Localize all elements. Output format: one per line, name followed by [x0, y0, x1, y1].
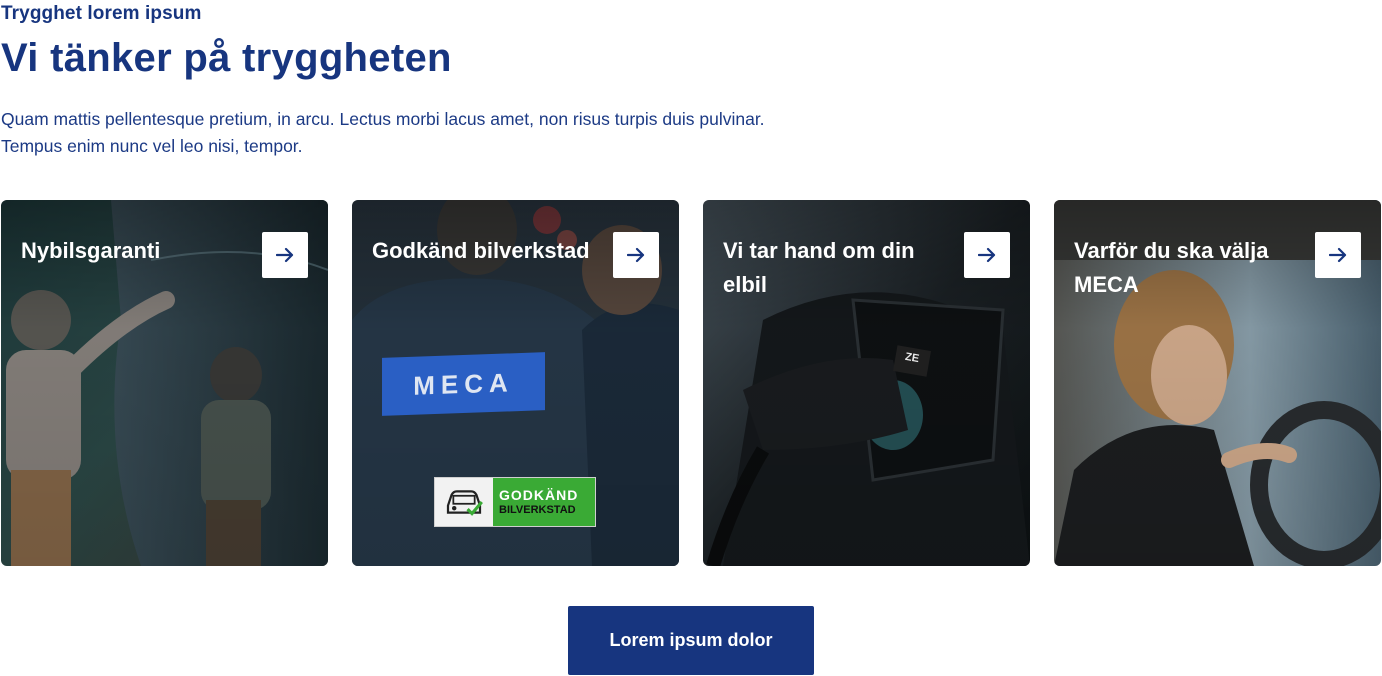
card-arrow-button[interactable] [262, 232, 308, 278]
card-title: Godkänd bilverkstad [372, 238, 590, 263]
card-title: Varför du ska välja MECA [1074, 238, 1269, 297]
arrow-right-icon [978, 247, 996, 263]
section-safety: Trygghet lorem ipsum Vi tänker på tryggh… [0, 0, 1382, 676]
card-nybilsgaranti[interactable]: Nybilsgaranti [1, 200, 328, 566]
card-valja-meca[interactable]: Varför du ska välja MECA [1054, 200, 1381, 566]
cta-button[interactable]: Lorem ipsum dolor [568, 606, 814, 675]
card-elbil[interactable]: ZE Vi tar hand om din elbil [703, 200, 1030, 566]
meca-logo-patch: MECA [382, 352, 545, 416]
card-arrow-button[interactable] [964, 232, 1010, 278]
badge-line-2: BILVERKSTAD [499, 504, 576, 516]
meca-logo-text: MECA [413, 366, 514, 401]
card-title: Vi tar hand om din elbil [723, 238, 915, 297]
plug-label: ZE [904, 350, 920, 366]
section-eyebrow: Trygghet lorem ipsum [1, 3, 202, 24]
card-title: Nybilsgaranti [21, 238, 161, 263]
arrow-right-icon [627, 247, 645, 263]
godkand-bilverkstad-badge: GODKÄND BILVERKSTAD [434, 477, 596, 527]
card-arrow-button[interactable] [613, 232, 659, 278]
section-title: Vi tänker på tryggheten [1, 36, 452, 80]
card-arrow-button[interactable] [1315, 232, 1361, 278]
arrow-right-icon [276, 247, 294, 263]
car-check-icon [435, 478, 493, 526]
section-intro: Quam mattis pellentesque pretium, in arc… [1, 109, 765, 156]
card-godkand-bilverkstad[interactable]: MECA GODKÄND BILVERKSTAD Godkänd bilverk… [352, 200, 679, 566]
badge-line-1: GODKÄND [499, 487, 579, 503]
arrow-right-icon [1329, 247, 1347, 263]
